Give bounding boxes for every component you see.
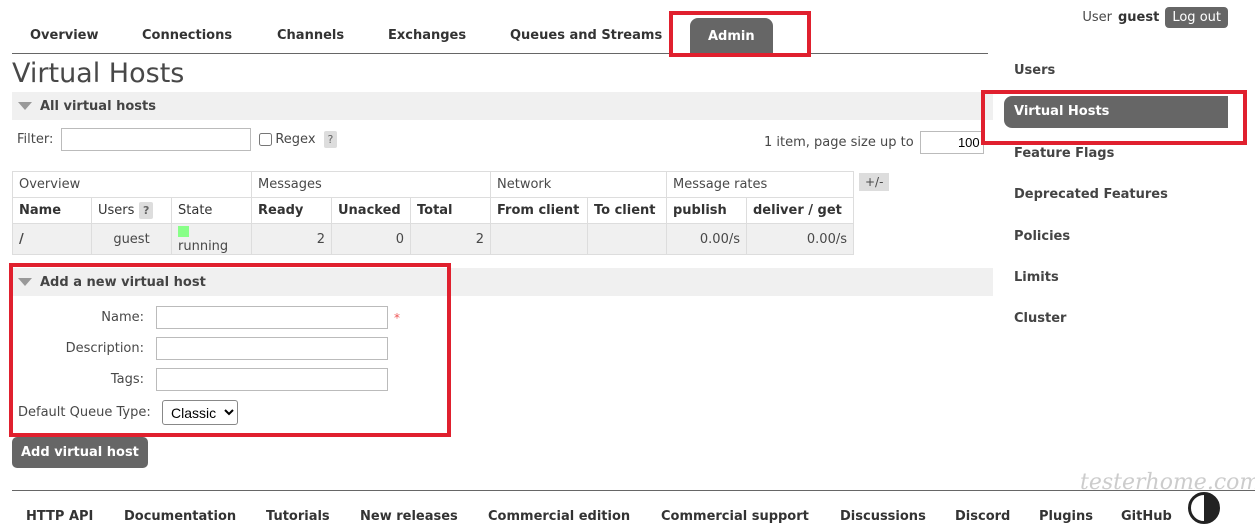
col-total[interactable]: Total xyxy=(410,197,491,224)
regex-help-icon[interactable]: ? xyxy=(323,131,338,148)
page-title: Virtual Hosts xyxy=(12,58,185,89)
col-unacked[interactable]: Unacked xyxy=(331,197,411,224)
sidebar-item-cluster[interactable]: Cluster xyxy=(1014,311,1066,326)
page-size-input[interactable] xyxy=(919,131,984,154)
footer-divider xyxy=(12,490,1255,491)
col-publish[interactable]: publish xyxy=(666,197,747,224)
footer-link-http-api[interactable]: HTTP API xyxy=(26,509,93,524)
col-from-client[interactable]: From client xyxy=(490,197,588,224)
cell-state: running xyxy=(171,223,252,255)
tab-connections[interactable]: Connections xyxy=(142,28,232,43)
all-vhosts-title: All virtual hosts xyxy=(40,98,156,114)
regex-checkbox[interactable] xyxy=(259,133,273,146)
col-name[interactable]: Name xyxy=(12,197,92,224)
vhosts-table: Overview Messages Network Message rates … xyxy=(12,171,854,255)
col-users[interactable]: Users ? xyxy=(91,197,172,224)
footer-link-discussions[interactable]: Discussions xyxy=(840,509,926,524)
group-header-message-rates: Message rates xyxy=(666,171,854,198)
sidebar-item-deprecated-features[interactable]: Deprecated Features xyxy=(1014,187,1168,202)
pagination: 1 item, page size up to xyxy=(764,131,984,154)
regex-label: Regex xyxy=(275,132,316,147)
cell-state-text: running xyxy=(178,239,229,254)
filter-label: Filter: xyxy=(17,132,54,147)
col-ready[interactable]: Ready xyxy=(251,197,332,224)
tab-channels[interactable]: Channels xyxy=(277,28,344,43)
group-header-overview: Overview xyxy=(12,171,252,198)
add-vhost-button[interactable]: Add virtual host xyxy=(12,437,148,468)
cell-publish: 0.00/s xyxy=(666,223,747,255)
table-row[interactable]: / guest running 2 0 2 0.00/s 0.00/s xyxy=(12,223,854,255)
highlight-box-virtual-hosts xyxy=(981,90,1247,145)
highlight-box-admin xyxy=(669,11,811,57)
user-prefix: User xyxy=(1082,10,1112,25)
col-deliver-get[interactable]: deliver / get xyxy=(746,197,854,224)
cell-users: guest xyxy=(91,223,172,255)
group-header-messages: Messages xyxy=(251,171,491,198)
tab-overview[interactable]: Overview xyxy=(30,28,99,43)
user-box: User guest Log out xyxy=(1082,7,1228,28)
group-header-network: Network xyxy=(490,171,667,198)
cell-to-client xyxy=(587,223,667,255)
logout-button[interactable]: Log out xyxy=(1165,7,1228,28)
vhost-name-link[interactable]: / xyxy=(12,223,92,255)
sidebar-item-policies[interactable]: Policies xyxy=(1014,229,1070,244)
sidebar-item-limits[interactable]: Limits xyxy=(1014,270,1059,285)
highlight-box-add-vhost xyxy=(9,263,451,437)
cell-unacked: 0 xyxy=(331,223,411,255)
footer-link-github[interactable]: GitHub xyxy=(1121,509,1172,524)
col-users-label: Users xyxy=(98,203,135,218)
footer-link-plugins[interactable]: Plugins xyxy=(1039,509,1093,524)
filter-input[interactable] xyxy=(61,128,252,151)
sidebar-item-users[interactable]: Users xyxy=(1014,63,1055,78)
cell-deliver-get: 0.00/s xyxy=(746,223,854,255)
main-nav: Overview Connections Channels Exchanges … xyxy=(12,14,988,54)
users-help-icon[interactable]: ? xyxy=(138,202,154,219)
filter-row: Filter: Regex ? xyxy=(17,128,338,151)
sidebar-item-feature-flags[interactable]: Feature Flags xyxy=(1014,146,1114,161)
footer-link-discord[interactable]: Discord xyxy=(955,509,1010,524)
cell-from-client xyxy=(490,223,588,255)
all-vhosts-section-header[interactable]: All virtual hosts xyxy=(12,92,993,120)
watermark-logo-icon xyxy=(1188,492,1220,524)
footer-link-tutorials[interactable]: Tutorials xyxy=(266,509,330,524)
col-state[interactable]: State xyxy=(171,197,252,224)
tab-queues-and-streams[interactable]: Queues and Streams xyxy=(510,28,662,43)
footer-link-new-releases[interactable]: New releases xyxy=(360,509,458,524)
pagination-text: 1 item, page size up to xyxy=(764,135,914,150)
cell-total: 2 xyxy=(410,223,491,255)
toggle-columns-button[interactable]: +/- xyxy=(859,173,890,191)
footer-link-documentation[interactable]: Documentation xyxy=(124,509,236,524)
cell-ready: 2 xyxy=(251,223,332,255)
user-name: guest xyxy=(1118,10,1160,25)
col-to-client[interactable]: To client xyxy=(587,197,667,224)
watermark-text: testerhome.com xyxy=(1080,470,1255,495)
footer-link-commercial-edition[interactable]: Commercial edition xyxy=(488,509,630,524)
footer-link-commercial-support[interactable]: Commercial support xyxy=(661,509,809,524)
tab-exchanges[interactable]: Exchanges xyxy=(388,28,466,43)
collapse-triangle-icon xyxy=(18,102,32,110)
running-status-icon xyxy=(178,226,189,237)
